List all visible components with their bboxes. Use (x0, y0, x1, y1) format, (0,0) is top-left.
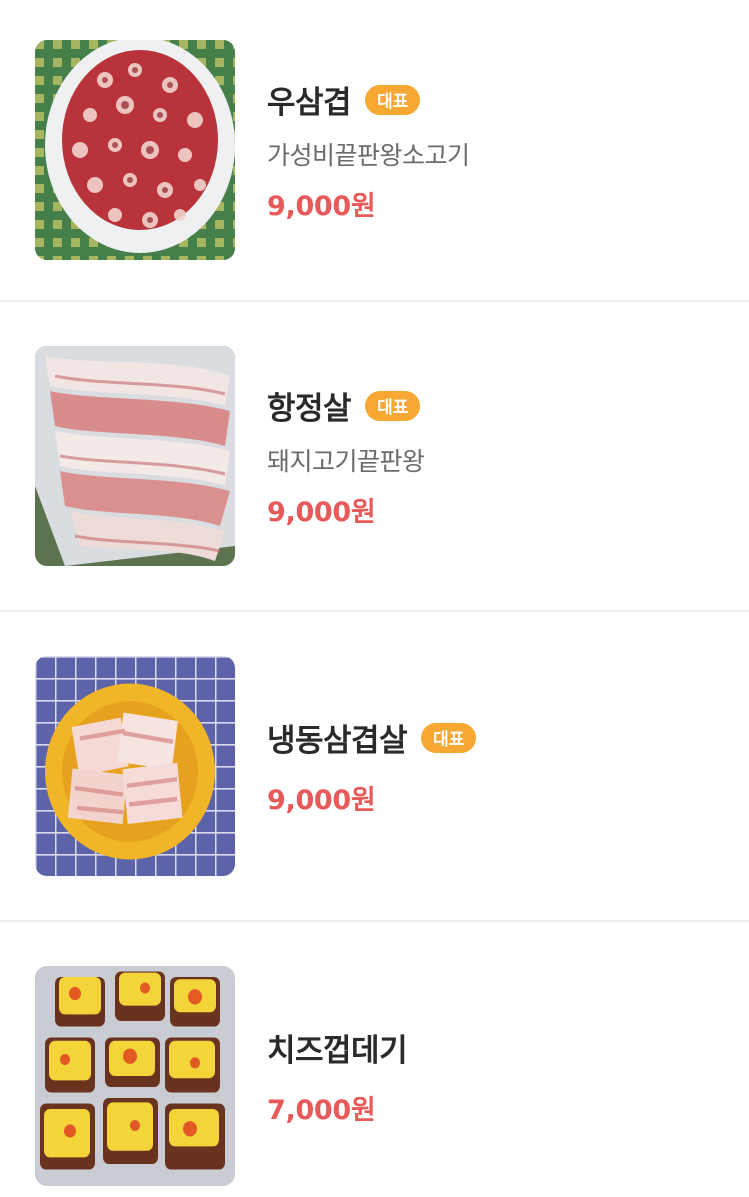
menu-item-price: 9,000원 (267, 497, 376, 528)
pork-jowl-slices-photo (35, 346, 235, 566)
menu-item-name: 항정살 (267, 391, 352, 427)
beef-brisket-rolls-photo (35, 40, 235, 260)
name-row: 우삼겹 대표 (267, 77, 470, 122)
signature-badge: 대표 (421, 722, 477, 753)
menu-item-info: 항정살 대표 돼지고기끝판왕 9,000원 (267, 383, 425, 529)
menu-item-name: 치즈껍데기 (267, 1033, 408, 1069)
menu-item-description: 돼지고기끝판왕 (267, 447, 425, 476)
menu-item-name: 냉동삼겹살 (267, 723, 408, 759)
menu-item-hangjeongsal[interactable]: 항정살 대표 돼지고기끝판왕 9,000원 (0, 302, 749, 612)
menu-list: 우삼겹 대표 가성비끝판왕소고기 9,000원 항정살 대표 돼지고기끝판왕 9… (0, 0, 749, 1197)
menu-item-price: 9,000원 (267, 785, 376, 816)
menu-item-info: 냉동삼겹살 대표 9,000원 (267, 715, 477, 817)
menu-item-naengdong-samgyeopsal[interactable]: 냉동삼겹살 대표 9,000원 (0, 612, 749, 922)
signature-badge: 대표 (365, 390, 421, 421)
menu-item-price: 9,000원 (267, 191, 376, 222)
name-row: 항정살 대표 (267, 383, 425, 428)
cheese-pork-skin-photo (35, 966, 235, 1186)
menu-item-description: 가성비끝판왕소고기 (267, 141, 470, 170)
menu-item-info: 치즈껍데기 7,000원 (267, 1025, 408, 1127)
frozen-pork-belly-photo (35, 656, 235, 876)
name-row: 냉동삼겹살 대표 (267, 715, 477, 760)
menu-item-wusamgyeop[interactable]: 우삼겹 대표 가성비끝판왕소고기 9,000원 (0, 0, 749, 302)
signature-badge: 대표 (365, 84, 421, 115)
menu-item-name: 우삼겹 (267, 85, 352, 121)
menu-item-price: 7,000원 (267, 1095, 376, 1126)
name-row: 치즈껍데기 (267, 1025, 408, 1070)
menu-item-cheese-kkeopdegi[interactable]: 치즈껍데기 7,000원 (0, 922, 749, 1197)
menu-item-info: 우삼겹 대표 가성비끝판왕소고기 9,000원 (267, 77, 470, 223)
